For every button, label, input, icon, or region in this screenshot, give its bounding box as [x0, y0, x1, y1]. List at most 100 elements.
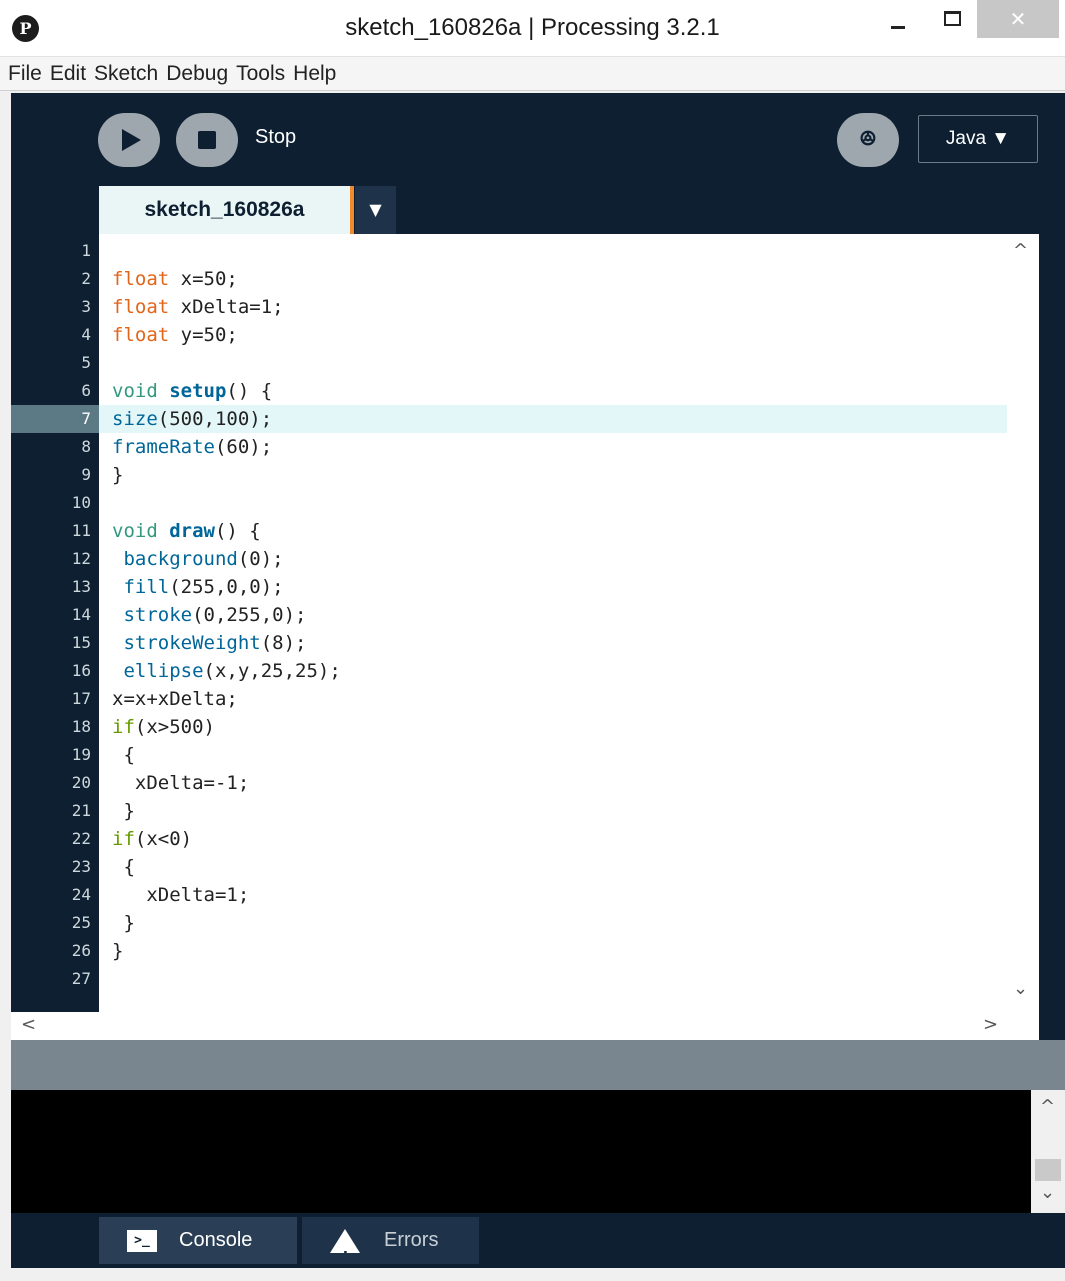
code-token: { [112, 744, 135, 766]
line-number: 3 [81, 297, 91, 316]
code-token: () { [214, 520, 261, 542]
code-token: (x>500) [134, 716, 215, 738]
menu-sketch[interactable]: Sketch [94, 62, 158, 86]
code-line[interactable]: strokeWeight(8); [112, 629, 307, 657]
scroll-down-icon[interactable]: ⌄ [1013, 978, 1028, 999]
code-token: (8); [260, 632, 307, 654]
code-line[interactable]: size(500,100); [112, 405, 272, 433]
code-line[interactable]: float y=50; [112, 321, 238, 349]
line-number: 9 [81, 465, 91, 484]
minimize-icon[interactable] [876, 0, 922, 38]
code-token: (500,100); [157, 408, 273, 430]
maximize-icon[interactable] [930, 0, 976, 38]
status-bar [11, 1040, 1065, 1090]
line-number: 21 [71, 801, 91, 820]
console-scroll-down-icon[interactable]: ⌄ [1040, 1182, 1055, 1203]
code-token: frameRate [112, 436, 215, 458]
warning-icon [330, 1229, 360, 1281]
mode-selector[interactable]: Java ▼ [918, 115, 1038, 163]
code-token: float [112, 324, 170, 346]
code-line[interactable]: if(x>500) [112, 713, 215, 741]
close-icon[interactable]: ✕ [977, 0, 1059, 38]
code-token: } [112, 464, 124, 486]
code-token: () { [226, 380, 273, 402]
code-line[interactable]: } [112, 937, 123, 965]
line-number: 11 [71, 521, 91, 540]
code-line[interactable]: } [112, 797, 135, 825]
code-token: background [123, 548, 238, 570]
code-line[interactable]: fill(255,0,0); [112, 573, 283, 601]
line-number: 1 [81, 241, 91, 260]
scroll-left-icon[interactable]: < [21, 1014, 36, 1035]
code-token: (0); [237, 548, 284, 570]
play-icon[interactable] [98, 113, 160, 167]
line-number: 17 [71, 689, 91, 708]
tab-errors[interactable]: Errors [302, 1217, 479, 1281]
code-token: strokeWeight [123, 632, 261, 654]
console-scroll-thumb[interactable] [1035, 1159, 1061, 1181]
line-number: 4 [81, 325, 91, 344]
code-line[interactable]: frameRate(60); [112, 433, 272, 461]
scroll-up-icon[interactable]: ^ [1013, 240, 1028, 261]
menu-tools[interactable]: Tools [236, 62, 285, 86]
code-token: xDelta=1; [169, 296, 284, 318]
code-token: } [112, 912, 135, 934]
line-number: 22 [71, 829, 91, 848]
window-titlebar: P sketch_160826a | Processing 3.2.1 ✕ [0, 0, 1065, 57]
code-line[interactable]: if(x<0) [112, 825, 192, 853]
code-line[interactable]: ellipse(x,y,25,25); [112, 657, 340, 685]
code-token: x=50; [169, 268, 238, 290]
code-line[interactable]: void setup() { [112, 377, 272, 405]
console-tab-label: Console [179, 1229, 253, 1251]
line-number: 16 [71, 661, 91, 680]
code-token: xDelta=1; [112, 884, 250, 906]
menu-edit[interactable]: Edit [50, 62, 86, 86]
line-number: 19 [71, 745, 91, 764]
code-line[interactable]: float x=50; [112, 265, 238, 293]
console-output[interactable] [11, 1090, 1031, 1213]
code-token: (x<0) [134, 828, 193, 850]
line-number: 12 [71, 549, 91, 568]
line-number: 23 [71, 857, 91, 876]
line-number: 14 [71, 605, 91, 624]
code-editor[interactable]: float x=50; float xDelta=1; float y=50; voi… [99, 234, 1007, 1012]
code-line[interactable]: { [112, 853, 134, 881]
line-number: 5 [81, 353, 91, 372]
tab-console[interactable]: >_ Console [99, 1217, 297, 1264]
code-token: } [112, 940, 124, 962]
console-scrollbar[interactable]: ^ ⌄ [1031, 1090, 1065, 1213]
ide-panel: Stop ꔮ Java ▼ sketch_160826a ▼ 123456789… [11, 93, 1065, 1281]
code-token: } [112, 800, 135, 822]
line-number: 2 [81, 269, 91, 288]
menu-debug[interactable]: Debug [166, 62, 228, 86]
tab-sketch[interactable]: sketch_160826a [99, 186, 354, 234]
debugger-icon[interactable]: ꔮ [837, 113, 899, 167]
editor-horizontal-scrollbar[interactable]: < > [11, 1012, 1039, 1040]
code-token: ellipse [123, 660, 204, 682]
code-line[interactable]: x=x+xDelta; [112, 685, 238, 713]
code-line[interactable]: { [112, 741, 135, 769]
code-line[interactable]: } [112, 909, 135, 937]
line-number: 8 [81, 437, 91, 456]
code-line[interactable]: float xDelta=1; [112, 293, 284, 321]
code-token: float [112, 296, 170, 318]
code-token: if [112, 828, 135, 850]
line-number: 18 [71, 717, 91, 736]
stop-icon[interactable] [176, 113, 238, 167]
tab-menu-icon[interactable]: ▼ [355, 186, 396, 234]
code-line[interactable]: xDelta=-1; [112, 769, 249, 797]
menu-help[interactable]: Help [293, 62, 336, 86]
code-line[interactable]: stroke(0,255,0); [112, 601, 306, 629]
menu-file[interactable]: File [8, 62, 42, 86]
code-line[interactable]: xDelta=1; [112, 881, 249, 909]
scroll-right-icon[interactable]: > [983, 1014, 998, 1035]
code-line[interactable]: background(0); [112, 545, 284, 573]
code-line[interactable]: void draw() { [112, 517, 261, 545]
editor-vertical-scrollbar[interactable]: ^ ⌄ [1007, 234, 1039, 1012]
code-line[interactable]: } [112, 461, 123, 489]
console-scroll-up-icon[interactable]: ^ [1040, 1096, 1055, 1117]
